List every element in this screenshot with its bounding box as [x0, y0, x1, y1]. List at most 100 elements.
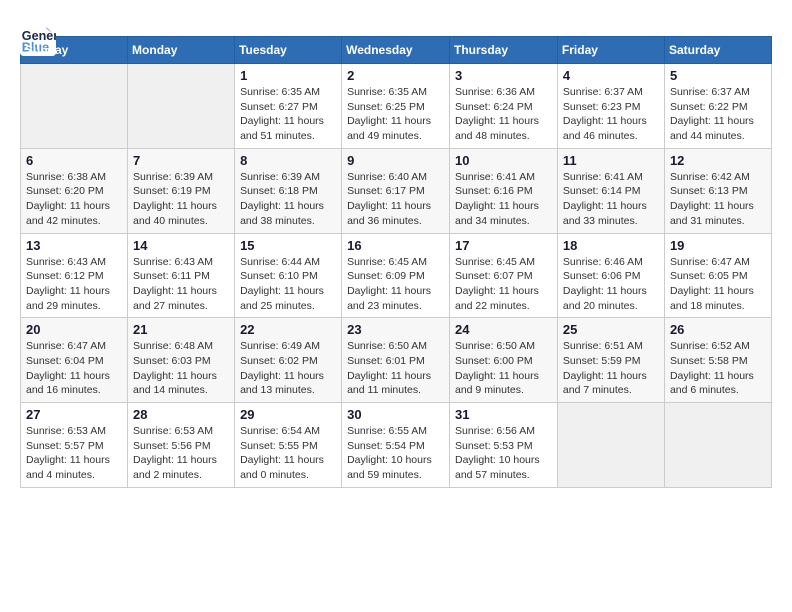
calendar-cell: 8Sunrise: 6:39 AM Sunset: 6:18 PM Daylig… [235, 148, 342, 233]
day-info: Sunrise: 6:47 AM Sunset: 6:05 PM Dayligh… [670, 255, 766, 314]
day-info: Sunrise: 6:38 AM Sunset: 6:20 PM Dayligh… [26, 170, 122, 229]
day-info: Sunrise: 6:37 AM Sunset: 6:22 PM Dayligh… [670, 85, 766, 144]
day-number: 17 [455, 238, 552, 253]
day-number: 8 [240, 153, 336, 168]
calendar-cell: 29 Sunrise: 6:54 AM Sunset: 5:55 PM Dayli… [235, 403, 342, 488]
day-info: Sunrise: 6:43 AM Sunset: 6:12 PM Dayligh… [26, 255, 122, 314]
day-number: 15 [240, 238, 336, 253]
day-number: 23 [347, 322, 444, 337]
day-info: Sunrise: 6:53 AM Sunset: 5:57 PM Dayligh… [26, 424, 122, 483]
calendar-cell: 22 Sunrise: 6:49 AM Sunset: 6:02 PM Dayli… [235, 318, 342, 403]
calendar-table: SundayMondayTuesdayWednesdayThursdayFrid… [20, 36, 772, 488]
day-info: Sunrise: 6:41 AM Sunset: 6:16 PM Dayligh… [455, 170, 552, 229]
day-header-friday: Friday [557, 37, 664, 64]
day-info: Sunrise: 6:37 AM Sunset: 6:23 PM Dayligh… [563, 85, 659, 144]
calendar-cell: 24 Sunrise: 6:50 AM Sunset: 6:00 PM Dayli… [450, 318, 558, 403]
day-info: Sunrise: 6:50 AM Sunset: 6:01 PM Dayligh… [347, 339, 444, 398]
day-number: 14 [133, 238, 229, 253]
day-number: 20 [26, 322, 122, 337]
calendar-cell: 3 Sunrise: 6:36 AM Sunset: 6:24 PM Daylig… [450, 64, 558, 149]
calendar-cell [557, 403, 664, 488]
day-number: 24 [455, 322, 552, 337]
day-header-wednesday: Wednesday [342, 37, 450, 64]
calendar-cell: 14 Sunrise: 6:43 AM Sunset: 6:11 PM Dayli… [128, 233, 235, 318]
day-number: 29 [240, 407, 336, 422]
day-info: Sunrise: 6:43 AM Sunset: 6:11 PM Dayligh… [133, 255, 229, 314]
day-number: 12 [670, 153, 766, 168]
calendar-cell [664, 403, 771, 488]
calendar-cell: 25 Sunrise: 6:51 AM Sunset: 5:59 PM Dayli… [557, 318, 664, 403]
week-row-4: 20 Sunrise: 6:47 AM Sunset: 6:04 PM Dayli… [21, 318, 772, 403]
day-info: Sunrise: 6:39 AM Sunset: 6:19 PM Dayligh… [133, 170, 229, 229]
day-info: Sunrise: 6:36 AM Sunset: 6:24 PM Dayligh… [455, 85, 552, 144]
day-number: 6 [26, 153, 122, 168]
day-header-monday: Monday [128, 37, 235, 64]
calendar-cell: 10 Sunrise: 6:41 AM Sunset: 6:16 PM Dayli… [450, 148, 558, 233]
day-info: Sunrise: 6:49 AM Sunset: 6:02 PM Dayligh… [240, 339, 336, 398]
day-number: 16 [347, 238, 444, 253]
day-number: 13 [26, 238, 122, 253]
day-info: Sunrise: 6:56 AM Sunset: 5:53 PM Dayligh… [455, 424, 552, 483]
calendar-cell: 23 Sunrise: 6:50 AM Sunset: 6:01 PM Dayli… [342, 318, 450, 403]
day-info: Sunrise: 6:51 AM Sunset: 5:59 PM Dayligh… [563, 339, 659, 398]
day-number: 25 [563, 322, 659, 337]
day-number: 18 [563, 238, 659, 253]
day-number: 2 [347, 68, 444, 83]
calendar-cell: 30 Sunrise: 6:55 AM Sunset: 5:54 PM Dayli… [342, 403, 450, 488]
day-info: Sunrise: 6:40 AM Sunset: 6:17 PM Dayligh… [347, 170, 444, 229]
day-number: 7 [133, 153, 229, 168]
day-number: 28 [133, 407, 229, 422]
calendar-cell: 11 Sunrise: 6:41 AM Sunset: 6:14 PM Dayli… [557, 148, 664, 233]
week-row-5: 27 Sunrise: 6:53 AM Sunset: 5:57 PM Dayli… [21, 403, 772, 488]
day-header-saturday: Saturday [664, 37, 771, 64]
calendar-cell: 19 Sunrise: 6:47 AM Sunset: 6:05 PM Dayli… [664, 233, 771, 318]
calendar-cell: 13 Sunrise: 6:43 AM Sunset: 6:12 PM Dayli… [21, 233, 128, 318]
day-info: Sunrise: 6:54 AM Sunset: 5:55 PM Dayligh… [240, 424, 336, 483]
calendar-cell: 2Sunrise: 6:35 AM Sunset: 6:25 PM Daylig… [342, 64, 450, 149]
calendar-cell: 9 Sunrise: 6:40 AM Sunset: 6:17 PM Daylig… [342, 148, 450, 233]
day-info: Sunrise: 6:47 AM Sunset: 6:04 PM Dayligh… [26, 339, 122, 398]
day-number: 19 [670, 238, 766, 253]
week-row-1: 1Sunrise: 6:35 AM Sunset: 6:27 PM Daylig… [21, 64, 772, 149]
day-number: 5 [670, 68, 766, 83]
day-number: 9 [347, 153, 444, 168]
day-info: Sunrise: 6:53 AM Sunset: 5:56 PM Dayligh… [133, 424, 229, 483]
calendar-cell: 18 Sunrise: 6:46 AM Sunset: 6:06 PM Dayli… [557, 233, 664, 318]
day-info: Sunrise: 6:41 AM Sunset: 6:14 PM Dayligh… [563, 170, 659, 229]
calendar-header: SundayMondayTuesdayWednesdayThursdayFrid… [21, 37, 772, 64]
day-info: Sunrise: 6:55 AM Sunset: 5:54 PM Dayligh… [347, 424, 444, 483]
week-row-2: 6 Sunrise: 6:38 AM Sunset: 6:20 PM Daylig… [21, 148, 772, 233]
day-number: 1 [240, 68, 336, 83]
calendar-body: 1Sunrise: 6:35 AM Sunset: 6:27 PM Daylig… [21, 64, 772, 488]
calendar-cell: 5 Sunrise: 6:37 AM Sunset: 6:22 PM Daylig… [664, 64, 771, 149]
calendar-cell: 28 Sunrise: 6:53 AM Sunset: 5:56 PM Dayli… [128, 403, 235, 488]
calendar-cell: 27 Sunrise: 6:53 AM Sunset: 5:57 PM Dayli… [21, 403, 128, 488]
calendar-cell: 12Sunrise: 6:42 AM Sunset: 6:13 PM Dayli… [664, 148, 771, 233]
day-number: 30 [347, 407, 444, 422]
day-number: 11 [563, 153, 659, 168]
day-header-tuesday: Tuesday [235, 37, 342, 64]
calendar-cell: 4 Sunrise: 6:37 AM Sunset: 6:23 PM Daylig… [557, 64, 664, 149]
day-number: 21 [133, 322, 229, 337]
calendar-cell: 31 Sunrise: 6:56 AM Sunset: 5:53 PM Dayli… [450, 403, 558, 488]
day-number: 10 [455, 153, 552, 168]
calendar-cell: 16Sunrise: 6:45 AM Sunset: 6:09 PM Dayli… [342, 233, 450, 318]
week-row-3: 13 Sunrise: 6:43 AM Sunset: 6:12 PM Dayli… [21, 233, 772, 318]
day-info: Sunrise: 6:48 AM Sunset: 6:03 PM Dayligh… [133, 339, 229, 398]
calendar-cell: 17 Sunrise: 6:45 AM Sunset: 6:07 PM Dayli… [450, 233, 558, 318]
day-number: 4 [563, 68, 659, 83]
calendar-cell [21, 64, 128, 149]
day-info: Sunrise: 6:50 AM Sunset: 6:00 PM Dayligh… [455, 339, 552, 398]
calendar-cell: 6 Sunrise: 6:38 AM Sunset: 6:20 PM Daylig… [21, 148, 128, 233]
day-number: 22 [240, 322, 336, 337]
calendar-cell: 26Sunrise: 6:52 AM Sunset: 5:58 PM Dayli… [664, 318, 771, 403]
calendar-cell: 15Sunrise: 6:44 AM Sunset: 6:10 PM Dayli… [235, 233, 342, 318]
day-number: 31 [455, 407, 552, 422]
day-info: Sunrise: 6:45 AM Sunset: 6:07 PM Dayligh… [455, 255, 552, 314]
logo: General Blue [20, 20, 56, 26]
day-number: 27 [26, 407, 122, 422]
day-number: 3 [455, 68, 552, 83]
day-info: Sunrise: 6:46 AM Sunset: 6:06 PM Dayligh… [563, 255, 659, 314]
day-header-thursday: Thursday [450, 37, 558, 64]
day-number: 26 [670, 322, 766, 337]
